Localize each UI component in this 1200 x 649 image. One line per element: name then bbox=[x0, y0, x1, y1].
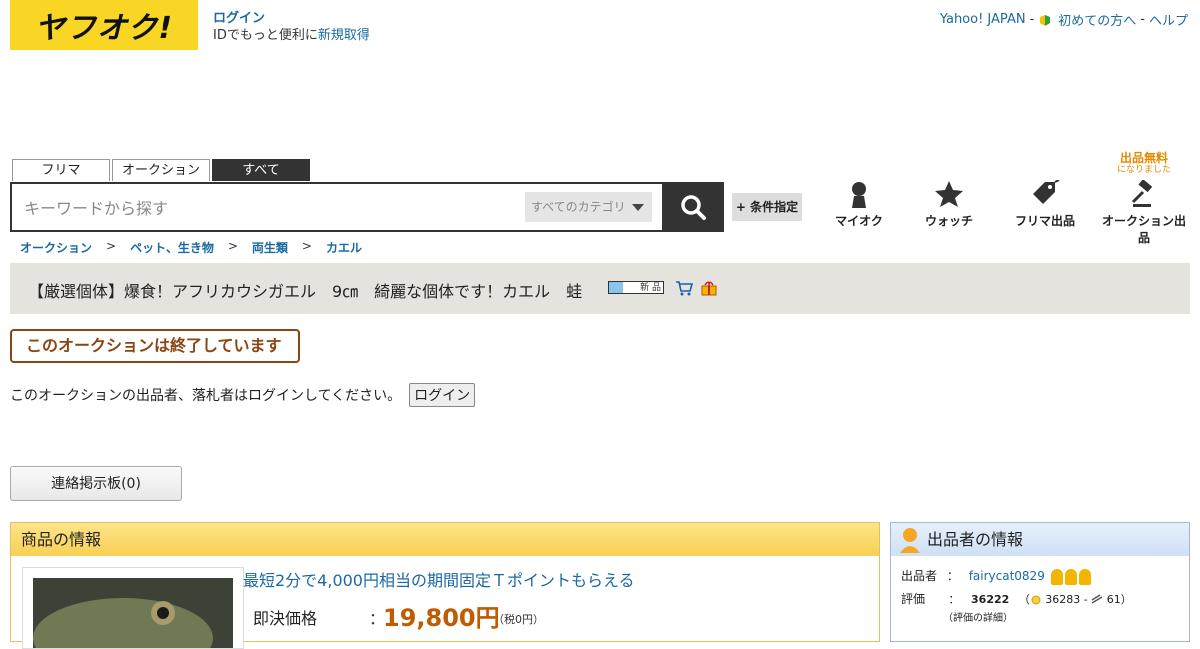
first-time-link[interactable]: 初めての方へ bbox=[1058, 10, 1136, 29]
beginner-leaf-icon bbox=[1038, 13, 1052, 27]
new-item-badge: 新 品 bbox=[608, 281, 664, 294]
link-separator: - bbox=[1029, 12, 1035, 27]
search-box: すべてのカテゴリ bbox=[10, 182, 664, 232]
shipping-icon bbox=[701, 281, 717, 296]
breadcrumb-separator: > bbox=[227, 239, 238, 253]
help-link[interactable]: ヘルプ bbox=[1149, 10, 1188, 29]
item-title-bar: 【厳選個体】爆食！アフリカウシガエル 9㎝ 綺麗な個体です！カエル 蛙 新 品 bbox=[10, 263, 1190, 314]
rating-colon: ： bbox=[948, 593, 960, 606]
seller-header-label: 出品者の情報 bbox=[927, 530, 1024, 549]
logo-text: ヤフオク! bbox=[34, 11, 174, 46]
cart-icon bbox=[676, 281, 693, 296]
yahuoku-logo[interactable]: ヤフオク! bbox=[10, 0, 198, 50]
register-link[interactable]: 新規取得 bbox=[318, 28, 370, 43]
t-point-promo-link[interactable]: 最短2分で4,000円相当の期間固定Ｔポイントもらえる bbox=[243, 567, 635, 591]
nav-flea-listing[interactable]: フリマ出品 bbox=[1000, 180, 1090, 229]
category-select-value: すべてのカテゴリ bbox=[531, 200, 626, 214]
product-info-header: 商品の情報 bbox=[11, 523, 879, 556]
nav-my-auction[interactable]: マイオク bbox=[814, 180, 904, 229]
buy-now-price: 19,800円 bbox=[383, 604, 500, 632]
login-link[interactable]: ログイン bbox=[213, 11, 265, 26]
gavel-icon bbox=[1131, 180, 1153, 207]
item-title: 【厳選個体】爆食！アフリカウシガエル 9㎝ 綺麗な個体です！カエル 蛙 bbox=[28, 282, 583, 301]
rating-label: 評価 bbox=[901, 592, 926, 606]
nav-label: フリマ出品 bbox=[1014, 214, 1075, 228]
tab-flea-market[interactable]: フリマ bbox=[12, 159, 110, 181]
seller-rating-row: 評価 ： 36222 （ 36283 - 61） bbox=[901, 590, 1132, 607]
login-message: このオークションの出品者、落札者はログインしてください。 bbox=[10, 388, 402, 404]
seller-info-panel: 出品者の情報 出品者 ： fairycat0829 評価 ： 36222 （ 3… bbox=[890, 522, 1190, 642]
user-icon bbox=[852, 182, 866, 208]
login-message-row: このオークションの出品者、落札者はログインしてください。 ログイン bbox=[10, 383, 476, 407]
rating-open: （ bbox=[1018, 593, 1030, 606]
breadcrumb-separator: > bbox=[106, 239, 117, 253]
seller-name-link[interactable]: fairycat0829 bbox=[969, 569, 1045, 583]
login-button[interactable]: ログイン bbox=[409, 383, 476, 407]
rating-good: 36283 bbox=[1045, 593, 1081, 606]
product-image-frame[interactable] bbox=[22, 567, 244, 649]
crown-icon bbox=[1064, 568, 1077, 585]
breadcrumb: オークション > ペット、生き物 > 両生類 > カエル bbox=[20, 239, 362, 256]
top-links: Yahoo! JAPAN - 初めての方へ - ヘルプ bbox=[940, 10, 1188, 29]
rating-separator: - bbox=[1083, 593, 1088, 606]
crown-icon bbox=[1078, 568, 1091, 585]
breadcrumb-item[interactable]: オークション bbox=[20, 239, 92, 256]
crown-icon bbox=[1050, 568, 1063, 585]
nav-watch[interactable]: ウォッチ bbox=[904, 180, 994, 229]
breadcrumb-item[interactable]: 両生類 bbox=[252, 239, 288, 256]
product-info-panel: 商品の情報 最短2分で4,000円相当の期間固定Ｔポイントもらえる 即決価格 ：… bbox=[10, 522, 880, 649]
rating-close: ） bbox=[1120, 593, 1132, 606]
seller-name-row: 出品者 ： fairycat0829 bbox=[901, 567, 1091, 585]
seller-info-header: 出品者の情報 bbox=[891, 523, 1189, 556]
price-tag-icon bbox=[1033, 180, 1060, 204]
product-image bbox=[33, 578, 233, 648]
tax-amount: （税0円） bbox=[493, 613, 544, 626]
breadcrumb-item[interactable]: ペット、生き物 bbox=[130, 239, 214, 256]
nav-label: ウォッチ bbox=[924, 214, 973, 228]
sun-good-icon bbox=[1031, 595, 1041, 605]
search-tabs: フリマ オークション すべて bbox=[12, 159, 310, 181]
nav-label: マイオク bbox=[835, 214, 883, 228]
star-icon bbox=[935, 181, 963, 207]
search-input[interactable] bbox=[22, 192, 516, 224]
yahoo-japan-link[interactable]: Yahoo! JAPAN bbox=[940, 12, 1026, 27]
breadcrumb-separator: > bbox=[301, 239, 312, 253]
seller-colon: ： bbox=[946, 569, 959, 583]
tab-all[interactable]: すべて bbox=[212, 159, 310, 181]
nav-auction-listing[interactable]: オークション出品 bbox=[1099, 180, 1189, 246]
nav-label: オークション出品 bbox=[1101, 214, 1186, 245]
seller-person-icon bbox=[900, 528, 920, 553]
auction-ended-banner: このオークションは終了しています bbox=[10, 329, 300, 363]
login-block: ログイン IDでもっと便利に新規取得 bbox=[213, 10, 370, 44]
search-button[interactable] bbox=[662, 182, 724, 232]
chevron-down-icon bbox=[632, 204, 644, 211]
seller-label: 出品者 bbox=[901, 569, 938, 583]
link-separator: - bbox=[1140, 12, 1145, 27]
category-select[interactable]: すべてのカテゴリ bbox=[525, 192, 652, 222]
rating-total[interactable]: 36222 bbox=[971, 593, 1009, 606]
free-badge-sub: になりました bbox=[1116, 165, 1171, 175]
rain-bad-icon bbox=[1091, 594, 1103, 604]
free-badge-title: 出品無料 bbox=[1119, 151, 1168, 165]
search-icon bbox=[681, 195, 706, 220]
message-board-button[interactable]: 連絡掲示板(0) bbox=[10, 466, 182, 501]
rating-detail-link[interactable]: （評価の詳細） bbox=[943, 609, 1013, 624]
condition-button[interactable]: + 条件指定 bbox=[732, 193, 802, 221]
tab-auction[interactable]: オークション bbox=[112, 159, 210, 181]
breadcrumb-item[interactable]: カエル bbox=[326, 239, 362, 256]
buy-now-label: 即決価格 bbox=[253, 609, 318, 628]
free-listing-badge: 出品無料 になりました bbox=[1104, 152, 1184, 176]
login-desc: IDでもっと便利に bbox=[213, 28, 318, 43]
rating-bad: 61 bbox=[1106, 593, 1121, 606]
